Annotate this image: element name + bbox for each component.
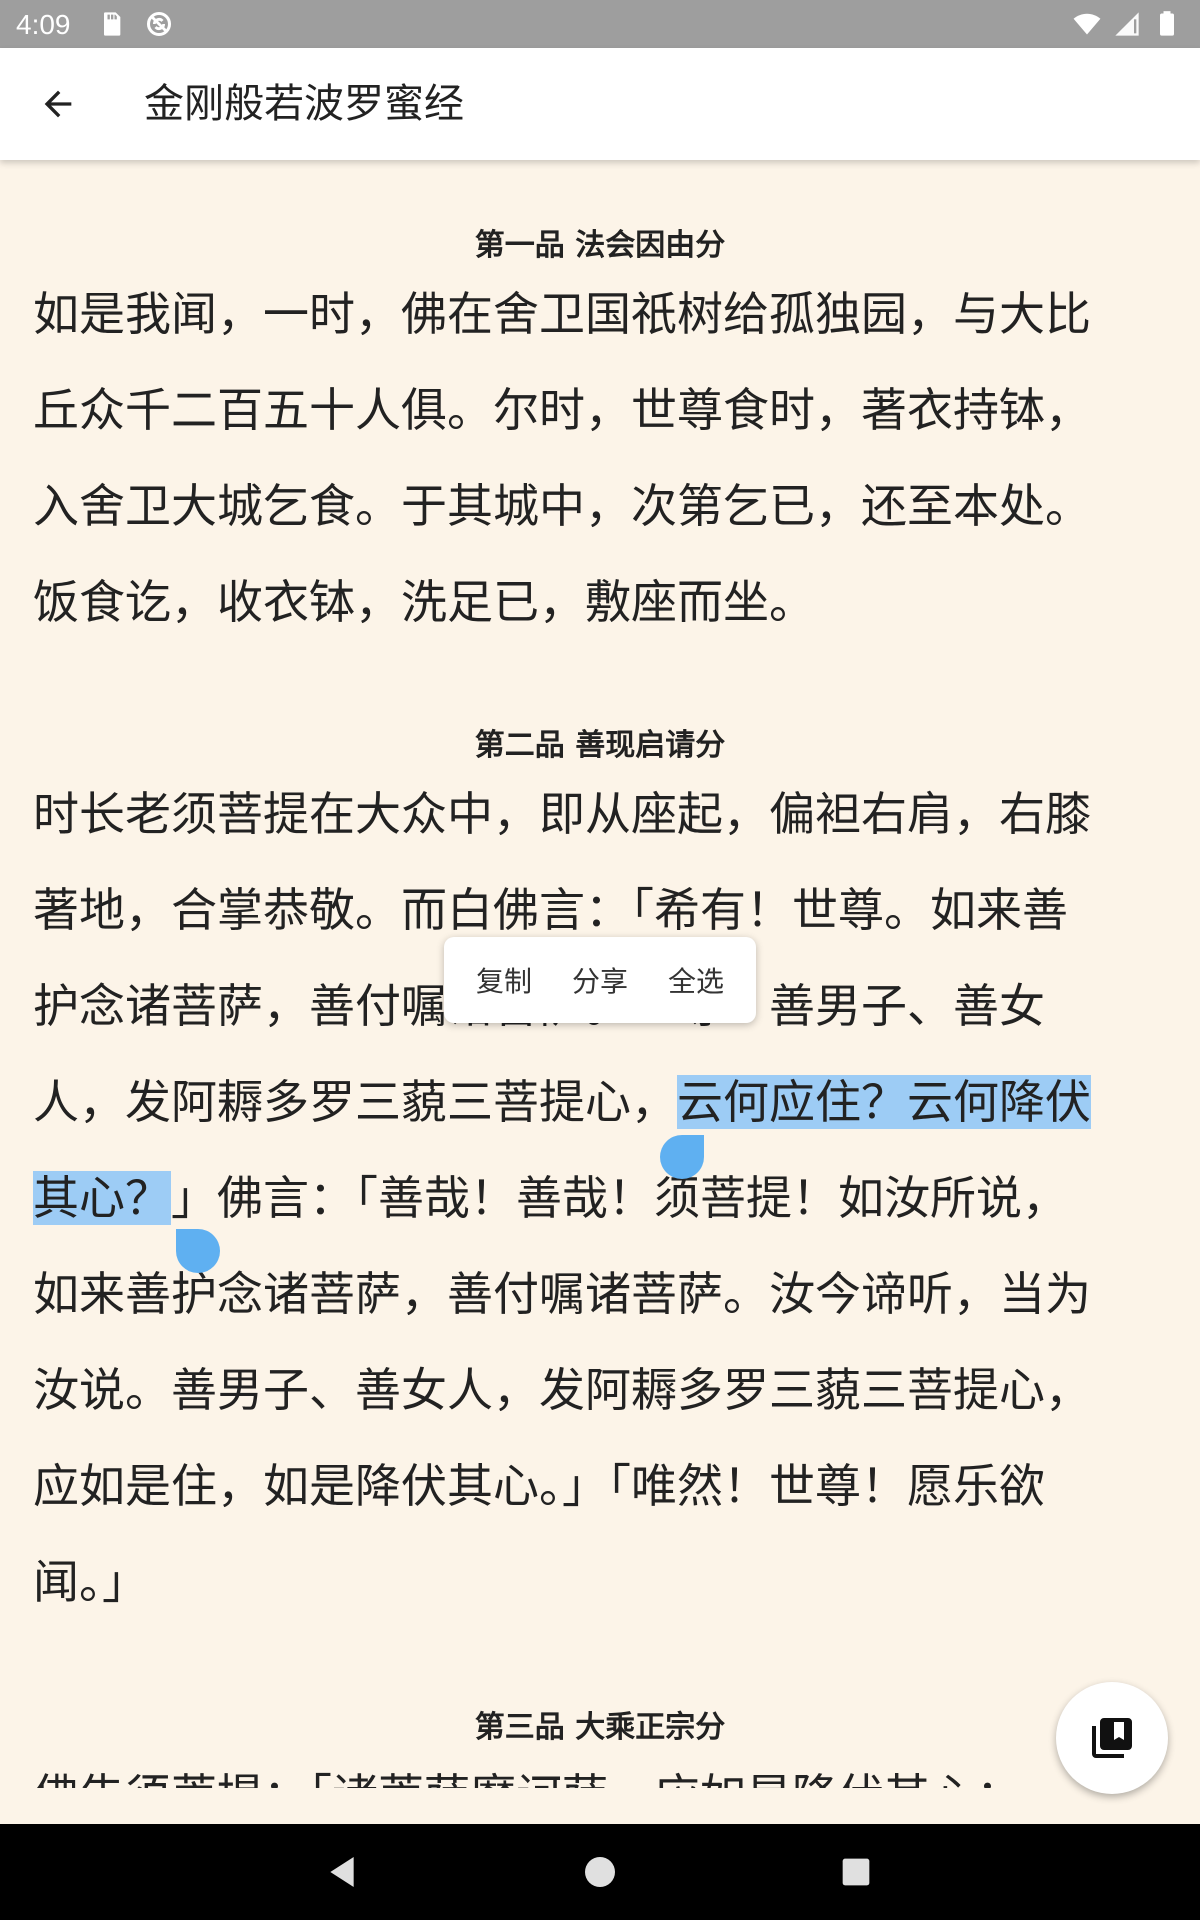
nav-back-button[interactable] — [318, 1848, 366, 1896]
nav-back-icon — [330, 1857, 354, 1887]
status-time: 4:09 — [16, 9, 71, 40]
sync-icon — [146, 11, 172, 37]
text-line: 应如是住，如是降伏其心。」「唯然！世尊！愿乐欲 — [33, 1459, 1045, 1513]
text-line: 入舍卫大城乞食。于其城中，次第乞已，还至本处。 — [33, 479, 1091, 533]
selected-text[interactable]: 其心？ — [33, 1171, 171, 1225]
text-line: 饭食讫，收衣钵，洗足已，敷座而坐。 — [33, 575, 815, 629]
wifi-icon — [1073, 13, 1101, 35]
app-bar: 金刚般若波罗蜜经 — [0, 48, 1200, 160]
sd-card-icon — [104, 12, 121, 36]
nav-home-button[interactable] — [576, 1848, 624, 1896]
select-all-menu-item[interactable]: 全选 — [662, 950, 730, 1010]
status-bar: 4:09 — [0, 0, 1200, 48]
chapter-title: 第三品 大乘正宗分 — [474, 1710, 726, 1745]
status-icons-left — [96, 10, 174, 38]
library-fab-button[interactable] — [1056, 1682, 1168, 1794]
selection-end-handle[interactable] — [176, 1229, 220, 1273]
navigation-bar — [0, 1824, 1200, 1920]
selection-start-handle[interactable] — [660, 1135, 704, 1179]
battery-icon — [1160, 11, 1174, 36]
text-segment: 」佛言：「善哉！善哉！须菩提！如汝所说， — [171, 1171, 1068, 1225]
status-icons-right — [1072, 10, 1182, 38]
text-line: 汝说。善男子、善女人，发阿耨多罗三藐三菩提心， — [33, 1363, 1091, 1417]
chapter-title: 第一品 法会因由分 — [474, 228, 726, 263]
chapter-text[interactable]: 时长老须菩提在大众中，即从座起，偏袒右肩，右膝 著地，合掌恭敬。而白佛言：「希有… — [33, 766, 1173, 1630]
signal-icon — [1115, 12, 1139, 36]
back-button[interactable] — [26, 72, 90, 136]
page-title: 金刚般若波罗蜜经 — [144, 81, 464, 127]
text-segment: 人，发阿耨多罗三藐三菩提心， — [33, 1075, 677, 1129]
selection-context-menu: 复制 分享 全选 — [444, 937, 756, 1023]
nav-recents-button[interactable] — [832, 1848, 880, 1896]
nav-recents-icon — [842, 1858, 870, 1886]
library-books-icon — [1092, 1718, 1132, 1758]
arrow-back-icon — [44, 90, 72, 118]
share-menu-item[interactable]: 分享 — [566, 950, 634, 1010]
chapter-title: 第二品 善现启请分 — [474, 728, 726, 763]
text-line: 丘众千二百五十人俱。尔时，世尊食时，著衣持钵， — [33, 383, 1091, 437]
nav-home-icon — [585, 1857, 615, 1887]
copy-menu-item[interactable]: 复制 — [470, 950, 538, 1010]
chapter-text[interactable]: 佛告须菩提：「诸菩萨摩诃萨，应如是降伏其心： — [33, 1748, 1173, 1788]
text-line: 闻。」 — [33, 1555, 148, 1609]
text-line: 如是我闻，一时，佛在舍卫国祇树给孤独园，与大比 — [33, 287, 1091, 341]
chapter-text[interactable]: 如是我闻，一时，佛在舍卫国祇树给孤独园，与大比 丘众千二百五十人俱。尔时，世尊食… — [33, 266, 1173, 650]
text-line: 佛告须菩提：「诸菩萨摩诃萨，应如是降伏其心： — [33, 1748, 1173, 1788]
selected-text[interactable]: 云何应住？云何降伏 — [677, 1075, 1091, 1129]
text-line: 人，发阿耨多罗三藐三菩提心，云何应住？云何降伏 — [33, 1054, 1173, 1150]
text-line: 时长老须菩提在大众中，即从座起，偏袒右肩，右膝 — [33, 787, 1091, 841]
